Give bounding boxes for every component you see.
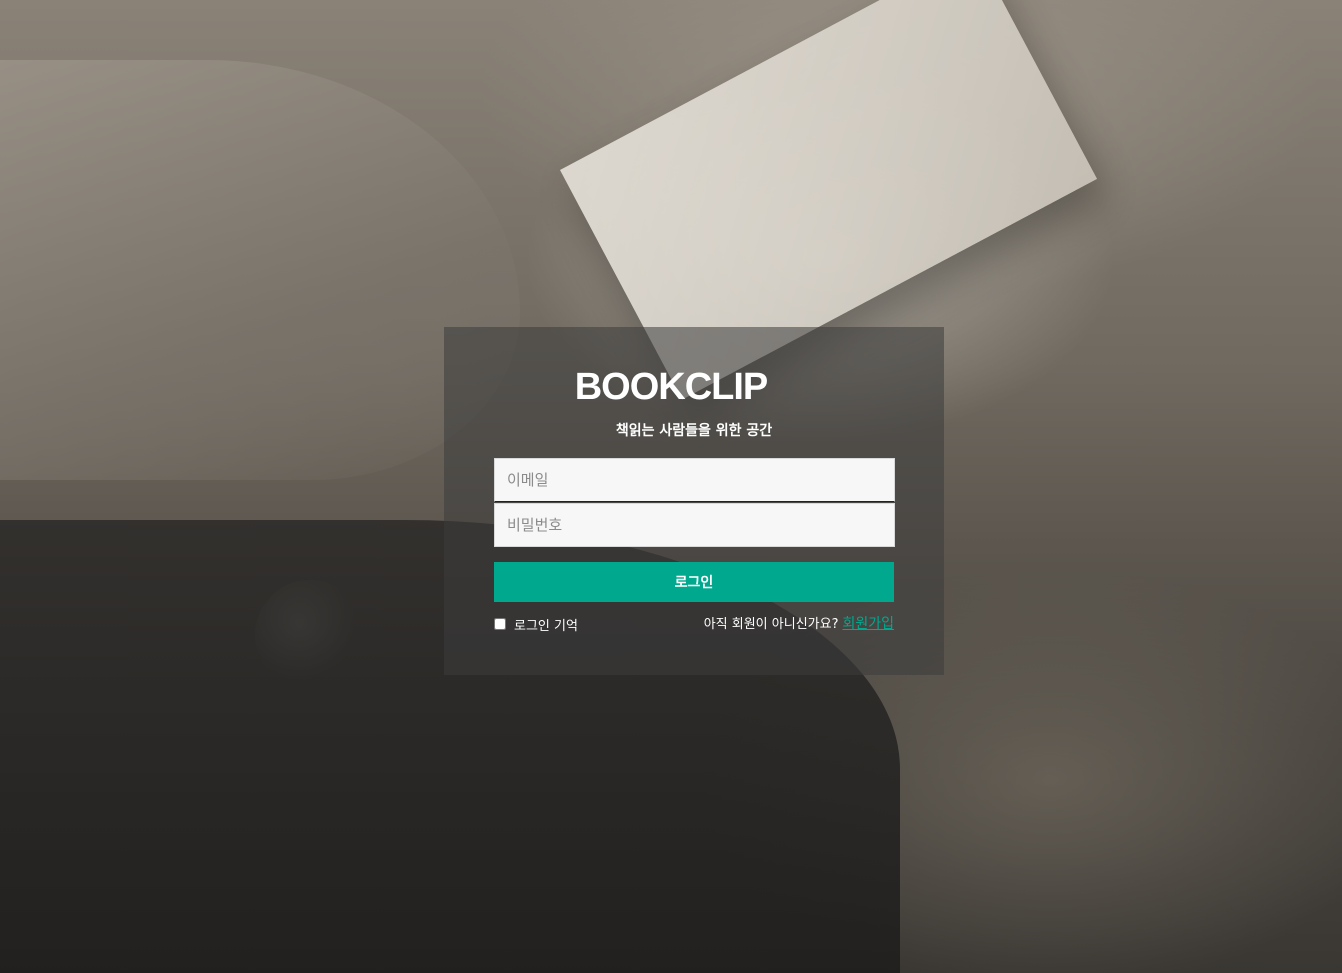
brand-tagline: 책읽는 사람들을 위한 공간: [615, 423, 773, 439]
remember-login: 로그인 기억: [494, 614, 578, 634]
login-button[interactable]: 로그인: [494, 562, 894, 602]
email-input[interactable]: [494, 458, 895, 502]
signup-prompt-line: 아직 회원이 아니신가요? 회원가입: [704, 614, 894, 634]
signup-link[interactable]: 회원가입: [842, 616, 894, 632]
signup-prompt: 아직 회원이 아니신가요?: [703, 617, 839, 632]
password-input[interactable]: [494, 503, 895, 547]
brand-title: BOOKCLIP: [574, 366, 769, 408]
background-arm: [0, 60, 520, 480]
remember-login-label: 로그인 기억: [514, 618, 578, 634]
remember-login-checkbox[interactable]: [494, 618, 506, 630]
